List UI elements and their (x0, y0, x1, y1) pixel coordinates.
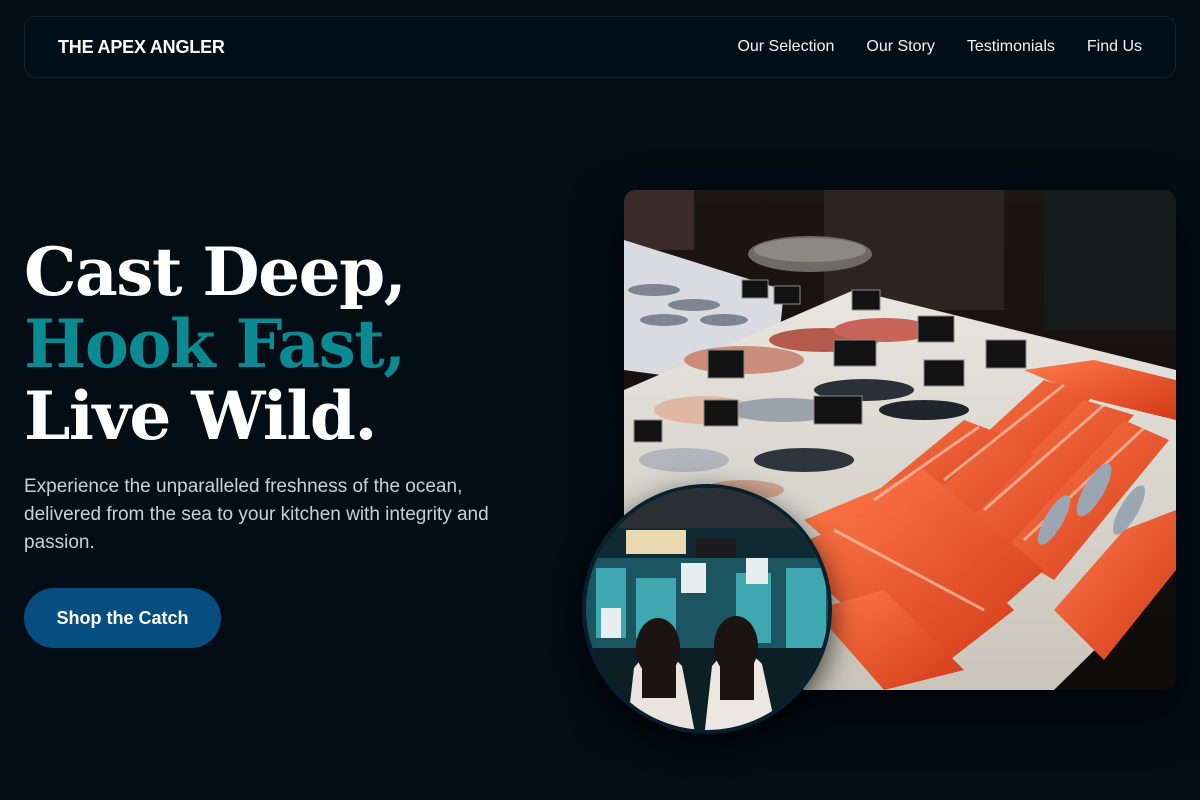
market-shoppers-image (582, 484, 832, 734)
nav-link-our-selection[interactable]: Our Selection (737, 38, 834, 56)
top-navbar: THE APEX ANGLER Our Selection Our Story … (24, 16, 1176, 78)
brand-logo[interactable]: THE APEX ANGLER (58, 37, 225, 58)
hero-headline: Cast Deep, Hook Fast, Live Wild. (24, 233, 407, 455)
headline-line-2: Hook Fast, (24, 305, 406, 383)
nav-links: Our Selection Our Story Testimonials Fin… (737, 38, 1142, 56)
shop-the-catch-button[interactable]: Shop the Catch (24, 588, 221, 648)
nav-link-find-us[interactable]: Find Us (1087, 38, 1142, 56)
hero-subtitle: Experience the unparalleled freshness of… (24, 476, 489, 553)
headline-line-3: Live Wild. (24, 377, 378, 455)
nav-link-testimonials[interactable]: Testimonials (967, 38, 1055, 56)
headline-line-1: Cast Deep, (24, 233, 407, 311)
nav-link-our-story[interactable]: Our Story (866, 38, 934, 56)
